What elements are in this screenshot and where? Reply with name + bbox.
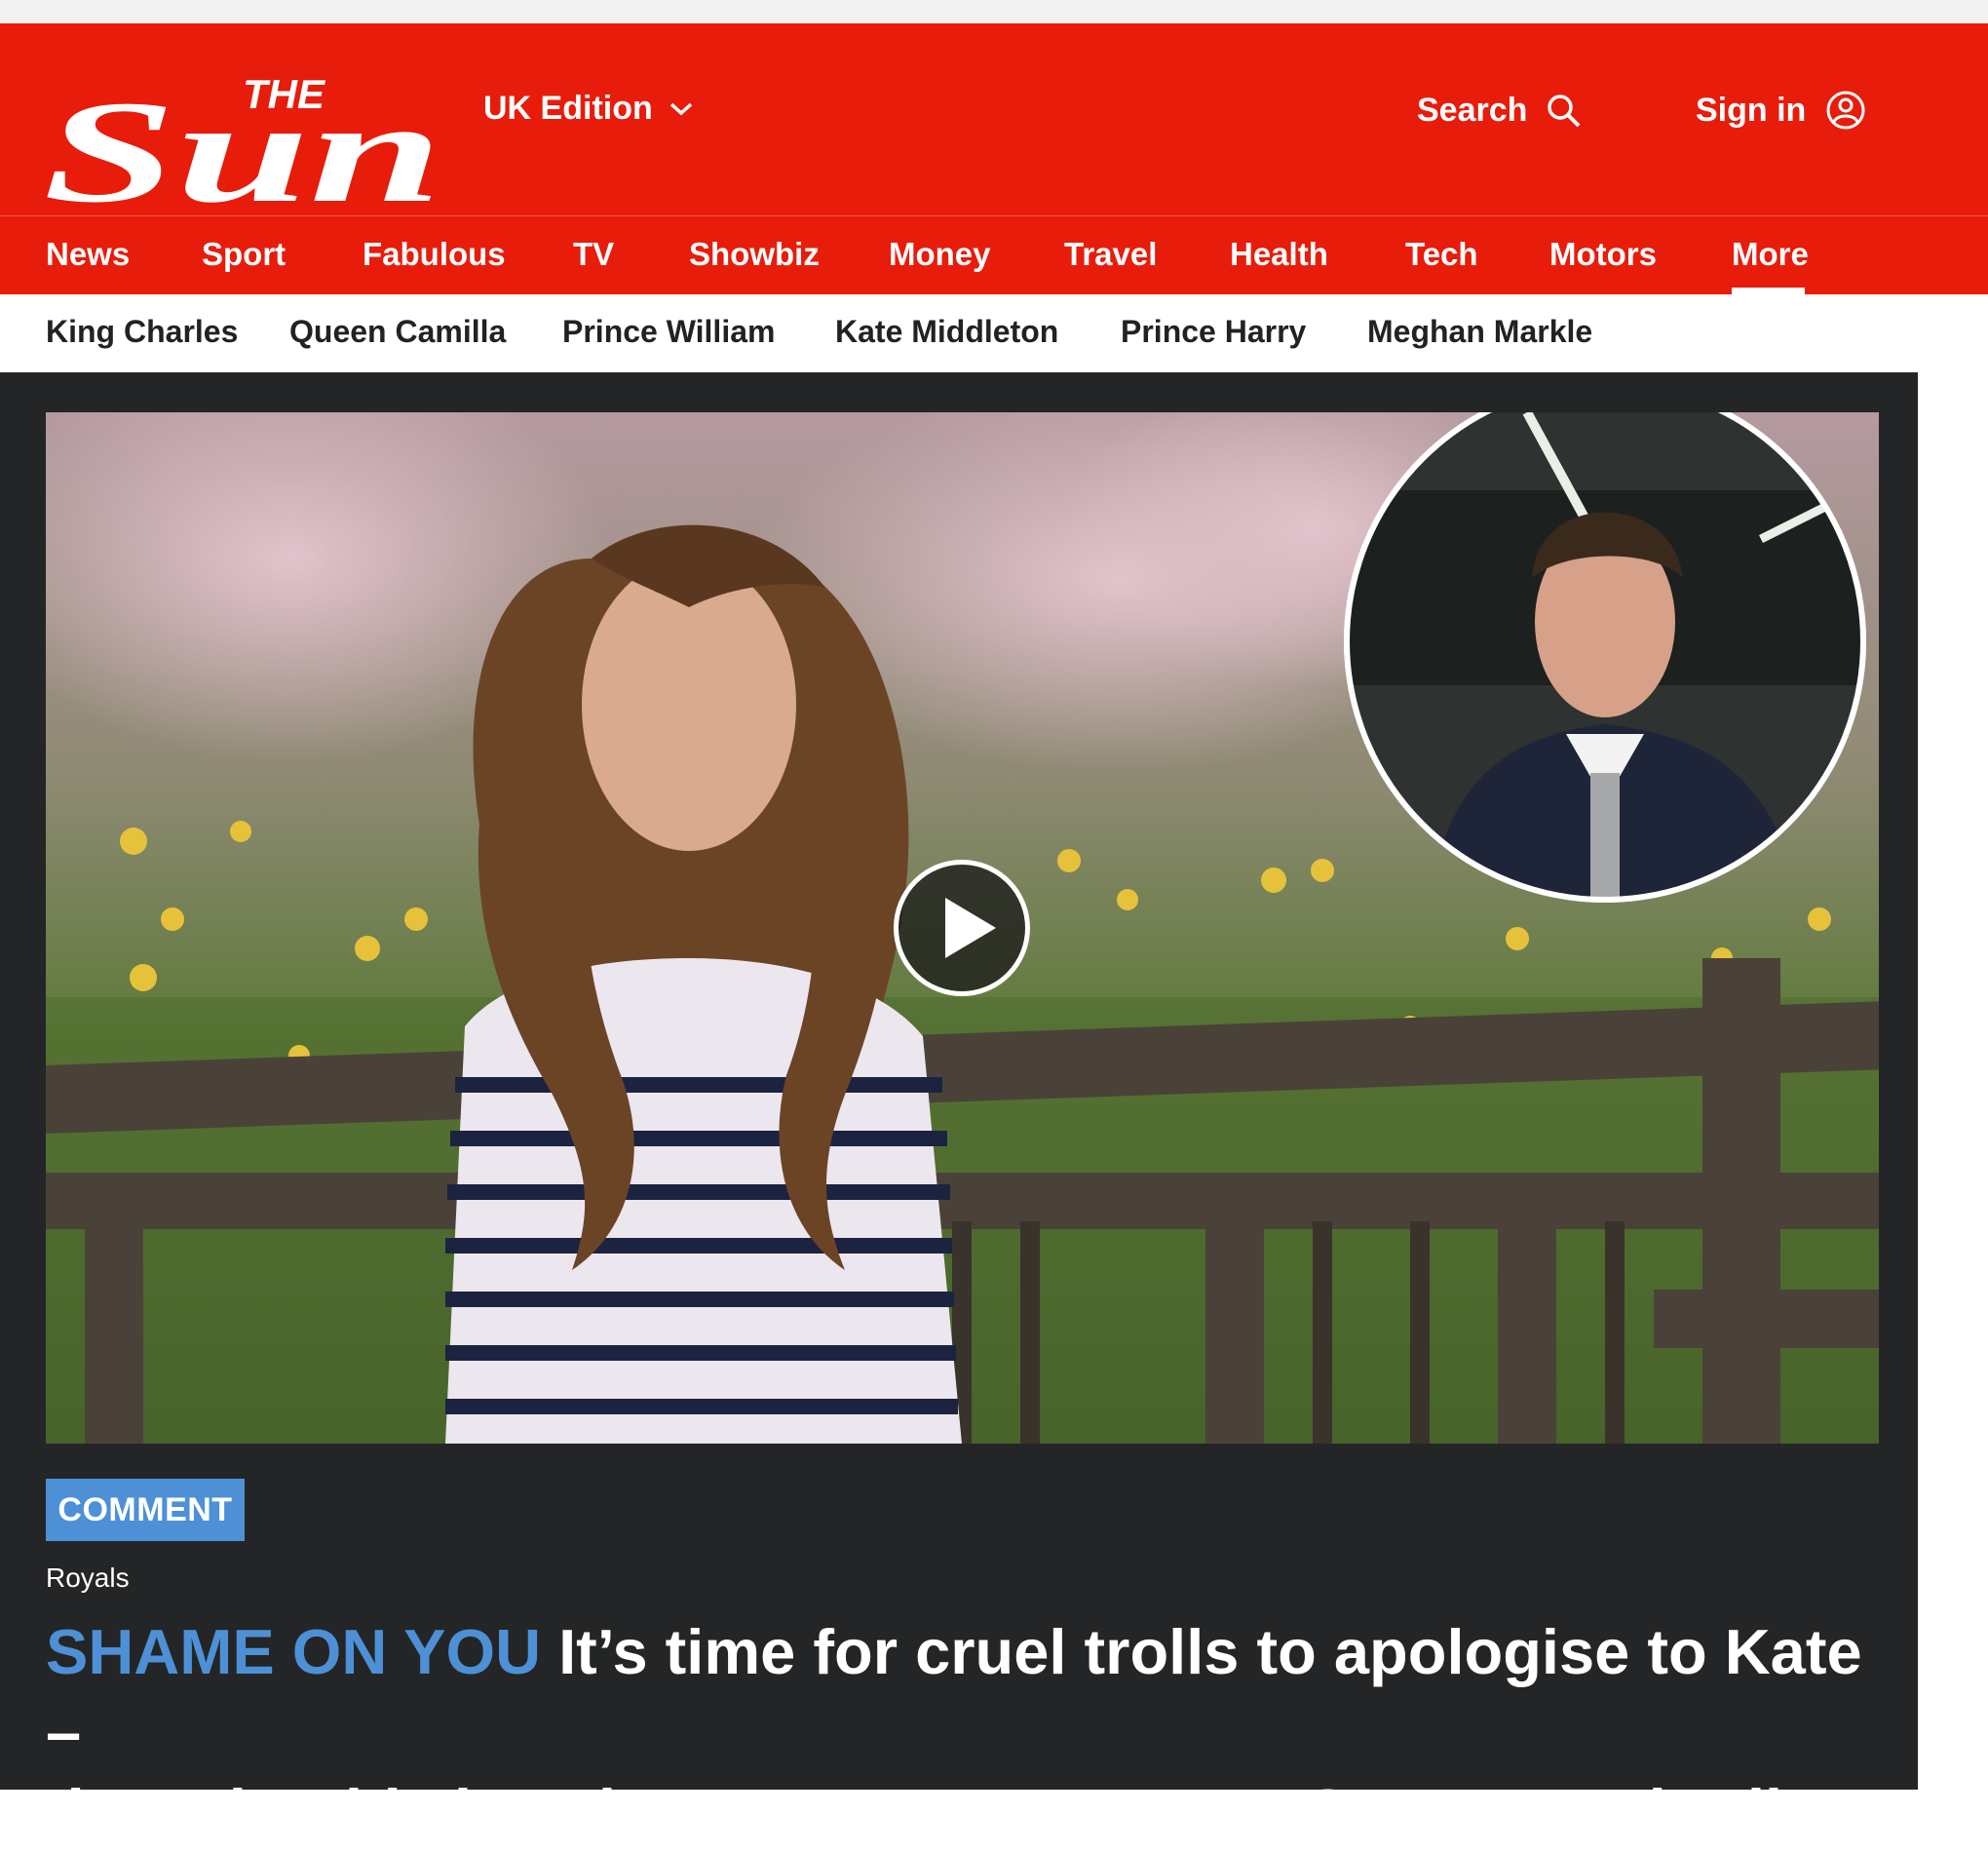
edition-selector[interactable]: UK Edition — [483, 90, 694, 128]
search-label: Search — [1417, 92, 1528, 129]
nav-item-news[interactable]: News — [46, 236, 130, 273]
play-button[interactable] — [894, 860, 1030, 996]
headline-line-2: they should show her more respect, says … — [46, 1776, 1867, 1847]
main-nav: News Sport Fabulous TV Showbiz Money Tra… — [0, 215, 1988, 295]
subnav-item-prince-william[interactable]: Prince William — [562, 314, 775, 350]
video-player[interactable] — [46, 412, 1879, 1444]
comment-tag[interactable]: COMMENT — [46, 1479, 245, 1541]
article-headline: SHAME ON YOU It’s time for cruel trolls … — [46, 1612, 1878, 1852]
chevron-down-icon — [669, 102, 692, 115]
subnav-item-prince-harry[interactable]: Prince Harry — [1121, 314, 1306, 350]
nav-item-money[interactable]: Money — [889, 236, 991, 273]
page-right-gutter — [1918, 372, 1988, 1790]
nav-item-health[interactable]: Health — [1230, 236, 1328, 273]
subnav-item-king-charles[interactable]: King Charles — [46, 314, 238, 350]
subnav-item-queen-camilla[interactable]: Queen Camilla — [289, 314, 506, 350]
nav-item-tv[interactable]: TV — [573, 236, 614, 273]
section-label[interactable]: Royals — [46, 1563, 130, 1594]
sub-nav: King Charles Queen Camilla Prince Willia… — [0, 294, 1988, 373]
nav-item-fabulous[interactable]: Fabulous — [363, 236, 506, 273]
user-circle-icon — [1826, 91, 1865, 130]
nav-item-sport[interactable]: Sport — [202, 236, 286, 273]
nav-item-travel[interactable]: Travel — [1064, 236, 1157, 273]
subnav-item-meghan-markle[interactable]: Meghan Markle — [1367, 314, 1592, 350]
edition-label: UK Edition — [483, 90, 653, 127]
masthead: THE Sun UK Edition Search Sign in — [0, 23, 1988, 215]
search-icon — [1548, 94, 1581, 127]
sign-in-button[interactable]: Sign in — [1696, 90, 1866, 131]
nav-item-showbiz[interactable]: Showbiz — [689, 236, 820, 273]
nav-item-motors[interactable]: Motors — [1549, 236, 1657, 273]
sign-in-label: Sign in — [1696, 91, 1807, 129]
play-icon — [945, 898, 996, 958]
the-sun-logo[interactable]: THE Sun — [43, 55, 452, 215]
nav-item-tech[interactable]: Tech — [1405, 236, 1478, 273]
browser-top-strip — [0, 0, 1988, 23]
nav-item-more[interactable]: More — [1732, 236, 1809, 273]
subnav-item-kate-middleton[interactable]: Kate Middleton — [835, 314, 1058, 350]
headline-kicker: SHAME ON YOU — [46, 1616, 542, 1687]
logo-sun: Sun — [43, 71, 442, 215]
search-button[interactable]: Search — [1417, 92, 1582, 130]
